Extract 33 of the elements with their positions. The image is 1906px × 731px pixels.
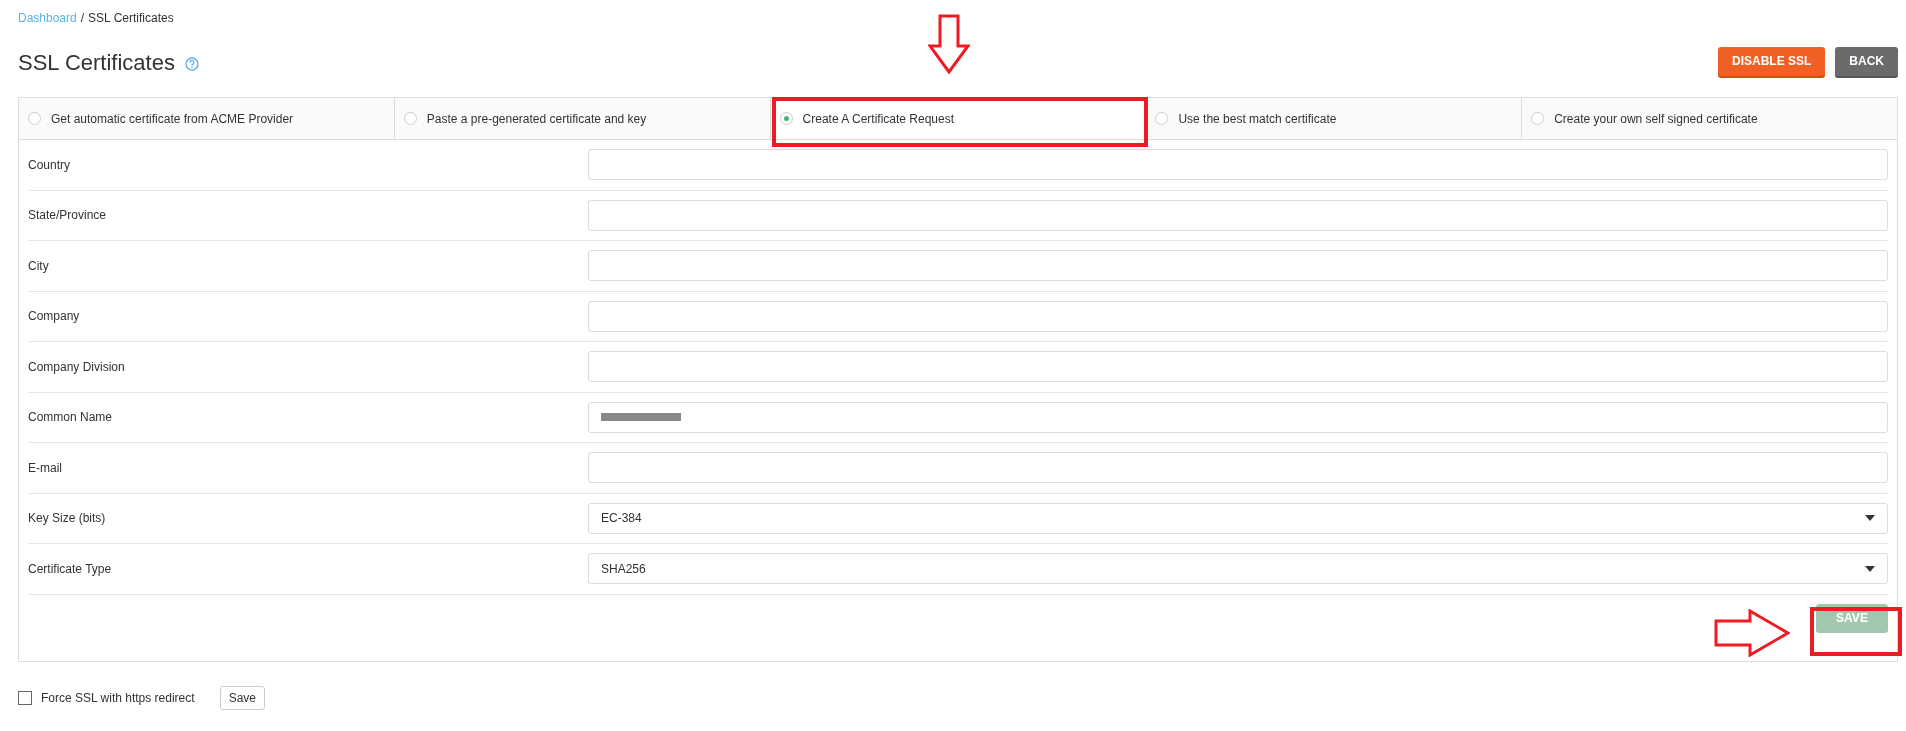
field-label: State/Province xyxy=(28,207,108,225)
field-label: Country xyxy=(28,156,72,174)
select-field[interactable]: SHA256 xyxy=(588,553,1888,585)
input-field[interactable] xyxy=(588,300,1888,332)
back-button[interactable]: BACK xyxy=(1835,46,1898,78)
certificate-option-tab[interactable]: Create your own self signed certificate xyxy=(1521,98,1897,139)
certificate-option-tab[interactable]: Get automatic certificate from ACME Provider xyxy=(19,98,394,139)
field-label: Certificate Type xyxy=(28,560,113,578)
input-field[interactable] xyxy=(588,452,1888,484)
page-title: SSL Certificates xyxy=(18,48,175,77)
input-field[interactable] xyxy=(588,351,1888,383)
field-label: Common Name xyxy=(28,409,114,427)
certificate-option-tab[interactable]: Paste a pre-generated certificate and key xyxy=(393,98,770,139)
breadcrumb-separator: / xyxy=(80,10,85,27)
save-button[interactable]: Save xyxy=(219,685,265,710)
select-field[interactable]: EC-384 xyxy=(588,502,1888,534)
dropdown-caret-icon xyxy=(1865,515,1875,522)
field-label: E-mail xyxy=(28,459,63,477)
field-label: City xyxy=(28,257,50,275)
checkbox-label: Force SSL with https redirect xyxy=(41,689,195,707)
help-icon[interactable] xyxy=(184,57,199,71)
certificate-option-tab[interactable]: Use the best match certificate xyxy=(1145,98,1522,139)
checkbox[interactable] xyxy=(18,690,32,705)
field-label: Company Division xyxy=(28,358,126,376)
input-field[interactable] xyxy=(588,401,1888,433)
dropdown-caret-icon xyxy=(1865,565,1875,572)
input-field[interactable] xyxy=(588,250,1888,282)
field-label: Company xyxy=(28,308,81,326)
down-arrow-annotation xyxy=(928,14,970,74)
input-field[interactable] xyxy=(588,149,1888,181)
input-field[interactable] xyxy=(588,199,1888,231)
field-label: Key Size (bits) xyxy=(28,510,107,528)
breadcrumb-current: SSL Certificates xyxy=(88,10,174,27)
